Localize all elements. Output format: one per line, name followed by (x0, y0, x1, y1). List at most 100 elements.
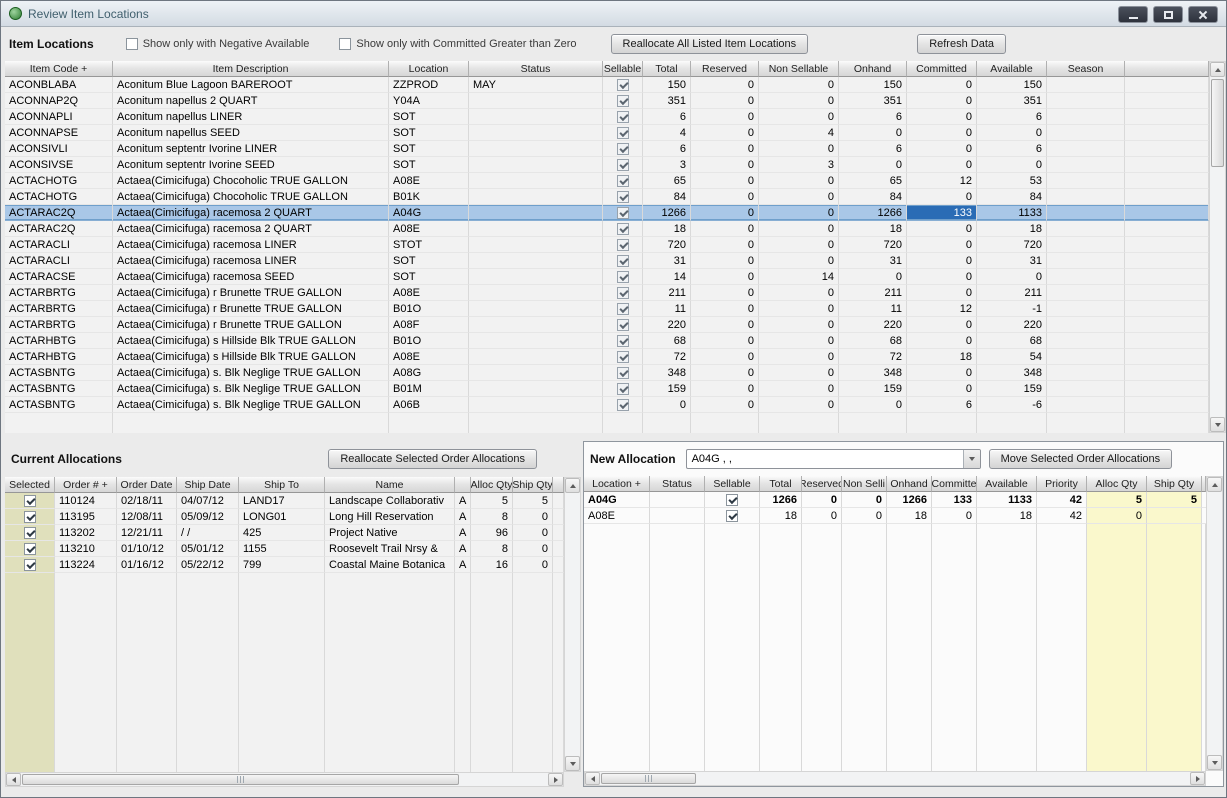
column-header[interactable]: Sellable (603, 61, 643, 77)
cell-committed[interactable]: 0 (907, 157, 977, 173)
cell-non-sellable[interactable]: 0 (842, 492, 887, 508)
cell-reserved[interactable]: 0 (691, 269, 759, 285)
cell-status[interactable] (469, 205, 603, 221)
cell-status[interactable] (469, 157, 603, 173)
cell-sellable[interactable] (603, 269, 643, 285)
cell-name[interactable]: Coastal Maine Botanica (325, 557, 455, 573)
checkbox[interactable] (616, 286, 629, 299)
cell-non-sellable[interactable]: 14 (759, 269, 839, 285)
column-header[interactable]: Ship Date (177, 477, 239, 493)
column-header[interactable]: Ship Qty (513, 477, 553, 493)
cell-total[interactable]: 4 (643, 125, 691, 141)
cell-available[interactable]: 1133 (977, 492, 1037, 508)
cell-season[interactable] (1047, 253, 1125, 269)
cell-status[interactable] (469, 365, 603, 381)
cell-order-date[interactable]: 01/10/12 (117, 541, 177, 557)
cell-status[interactable]: A (455, 557, 471, 573)
cell-order-number[interactable]: 113195 (55, 509, 117, 525)
cell-filler[interactable] (553, 557, 564, 573)
cell-total[interactable]: 31 (643, 253, 691, 269)
cell-status[interactable]: A (455, 525, 471, 541)
cell-available[interactable]: -6 (977, 397, 1047, 413)
cell-order-date[interactable]: 02/18/11 (117, 493, 177, 509)
cell-sellable[interactable] (603, 141, 643, 157)
cell-sellable[interactable] (603, 349, 643, 365)
cell-total[interactable]: 72 (643, 349, 691, 365)
checkbox[interactable] (616, 206, 629, 219)
cell-selected[interactable] (5, 509, 55, 525)
cell-location[interactable]: A08E (389, 221, 469, 237)
cell-available[interactable]: 0 (977, 157, 1047, 173)
cell-onhand[interactable]: 1266 (887, 492, 932, 508)
cell-committed[interactable]: 18 (907, 349, 977, 365)
column-header[interactable]: Priority (1037, 476, 1087, 492)
cell-status[interactable] (469, 397, 603, 413)
cell-available[interactable]: 220 (977, 317, 1047, 333)
title-bar[interactable]: Review Item Locations (1, 1, 1226, 27)
column-header[interactable]: Ship Qty (1147, 476, 1202, 492)
checkbox[interactable] (23, 526, 36, 539)
cell-filler[interactable] (1125, 205, 1209, 221)
cell-non-sellable[interactable]: 0 (759, 109, 839, 125)
cell-location[interactable]: B01K (389, 189, 469, 205)
cell-alloc-qty[interactable]: 0 (1087, 508, 1147, 524)
cell-location[interactable]: B01O (389, 333, 469, 349)
cell-total[interactable]: 150 (643, 77, 691, 93)
cell-alloc-qty[interactable]: 5 (471, 493, 513, 509)
checkbox[interactable] (616, 334, 629, 347)
refresh-data-button[interactable]: Refresh Data (917, 34, 1006, 54)
cell-total[interactable]: 159 (643, 381, 691, 397)
cell-reserved[interactable]: 0 (691, 221, 759, 237)
cell-season[interactable] (1047, 333, 1125, 349)
cell-item-code[interactable]: ACTARBRTG (5, 317, 113, 333)
column-header[interactable]: Name (325, 477, 455, 493)
cell-order-date[interactable]: 12/08/11 (117, 509, 177, 525)
cell-sellable[interactable] (603, 381, 643, 397)
cell-reserved[interactable]: 0 (691, 349, 759, 365)
cell-item-code[interactable]: ACONSIVLI (5, 141, 113, 157)
cell-total[interactable]: 1266 (643, 205, 691, 221)
cell-status[interactable] (469, 173, 603, 189)
column-header[interactable]: Committe (932, 476, 977, 492)
cell-onhand[interactable]: 351 (839, 93, 907, 109)
column-header[interactable]: Reserved (802, 476, 842, 492)
cell-committed[interactable]: 0 (907, 381, 977, 397)
cell-season[interactable] (1047, 157, 1125, 173)
cell-onhand[interactable]: 11 (839, 301, 907, 317)
cell-order-number[interactable]: 113224 (55, 557, 117, 573)
cell-sellable[interactable] (603, 125, 643, 141)
cell-item-code[interactable]: ACTASBNTG (5, 365, 113, 381)
cell-description[interactable]: Actaea(Cimicifuga) s Hillside Blk TRUE G… (113, 333, 389, 349)
cell-order-number[interactable]: 113210 (55, 541, 117, 557)
cell-available[interactable]: 84 (977, 189, 1047, 205)
cell-available[interactable]: 0 (977, 269, 1047, 285)
cell-season[interactable] (1047, 205, 1125, 221)
cell-available[interactable]: 159 (977, 381, 1047, 397)
cell-committed[interactable]: 0 (907, 253, 977, 269)
cell-description[interactable]: Actaea(Cimicifuga) r Brunette TRUE GALLO… (113, 301, 389, 317)
cell-ship-qty[interactable]: 5 (1147, 492, 1202, 508)
cell-item-code[interactable]: ACONNAP2Q (5, 93, 113, 109)
checkbox[interactable] (616, 302, 629, 315)
cell-item-code[interactable]: ACONNAPSE (5, 125, 113, 141)
cell-reserved[interactable]: 0 (691, 189, 759, 205)
scroll-up-arrow[interactable] (1207, 477, 1222, 492)
filter-committed-greater-zero[interactable]: Show only with Committed Greater than Ze… (339, 38, 577, 50)
checkbox[interactable] (616, 78, 629, 91)
cell-ship-qty[interactable]: 0 (513, 557, 553, 573)
panel-splitter[interactable] (1, 433, 1226, 441)
cell-name[interactable]: Roosevelt Trail Nrsy & (325, 541, 455, 557)
cell-available[interactable]: 6 (977, 109, 1047, 125)
cell-location[interactable]: A08E (389, 285, 469, 301)
cell-reserved[interactable]: 0 (802, 508, 842, 524)
checkbox[interactable] (616, 366, 629, 379)
cell-season[interactable] (1047, 141, 1125, 157)
cell-onhand[interactable]: 1266 (839, 205, 907, 221)
cell-season[interactable] (1047, 237, 1125, 253)
checkbox[interactable] (616, 158, 629, 171)
cell-non-sellable[interactable]: 0 (759, 93, 839, 109)
cell-filler[interactable] (553, 493, 564, 509)
cell-non-sellable[interactable]: 3 (759, 157, 839, 173)
cell-priority[interactable]: 42 (1037, 508, 1087, 524)
column-header[interactable]: Onhand (839, 61, 907, 77)
